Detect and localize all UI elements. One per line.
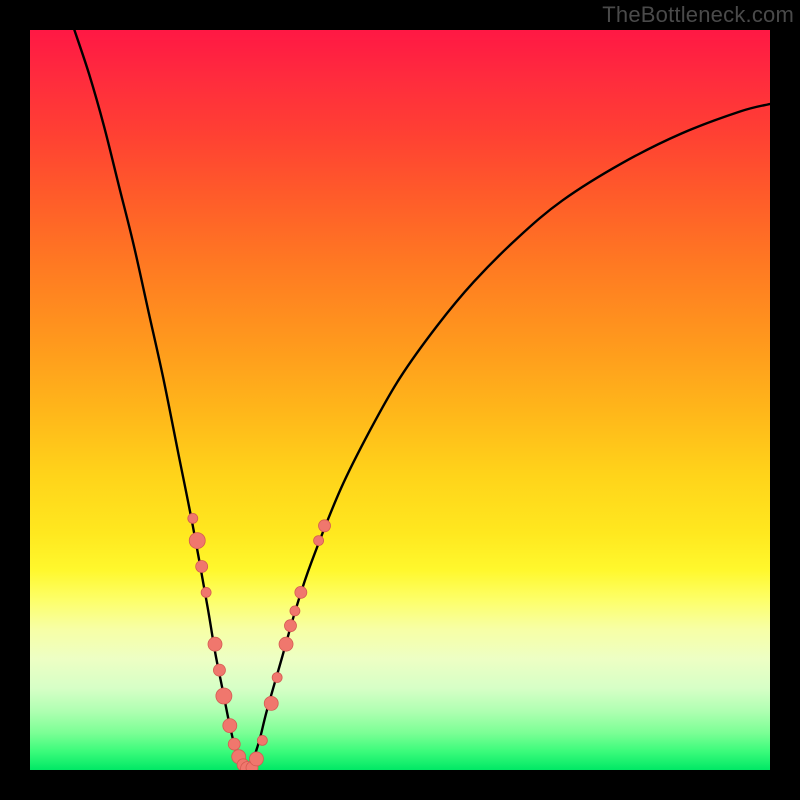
marker-dot — [272, 673, 282, 683]
marker-dot — [188, 513, 198, 523]
marker-dot — [189, 533, 205, 549]
bottleneck-curve — [74, 30, 770, 770]
marker-dot — [216, 688, 232, 704]
marker-dot — [196, 561, 208, 573]
watermark-text: TheBottleneck.com — [602, 2, 794, 28]
marker-dot — [290, 606, 300, 616]
marker-dot — [314, 536, 324, 546]
marker-dot — [279, 637, 293, 651]
chart-frame: TheBottleneck.com — [0, 0, 800, 800]
marker-dot — [264, 696, 278, 710]
marker-dot — [284, 620, 296, 632]
marker-dot — [257, 735, 267, 745]
marker-dot — [228, 738, 240, 750]
plot-area — [30, 30, 770, 770]
marker-dot — [208, 637, 222, 651]
marker-dot — [213, 664, 225, 676]
marker-dot — [201, 587, 211, 597]
marker-dot — [249, 752, 263, 766]
curve-markers — [188, 513, 331, 770]
marker-dot — [295, 586, 307, 598]
marker-dot — [319, 520, 331, 532]
marker-dot — [223, 719, 237, 733]
curve-layer — [30, 30, 770, 770]
